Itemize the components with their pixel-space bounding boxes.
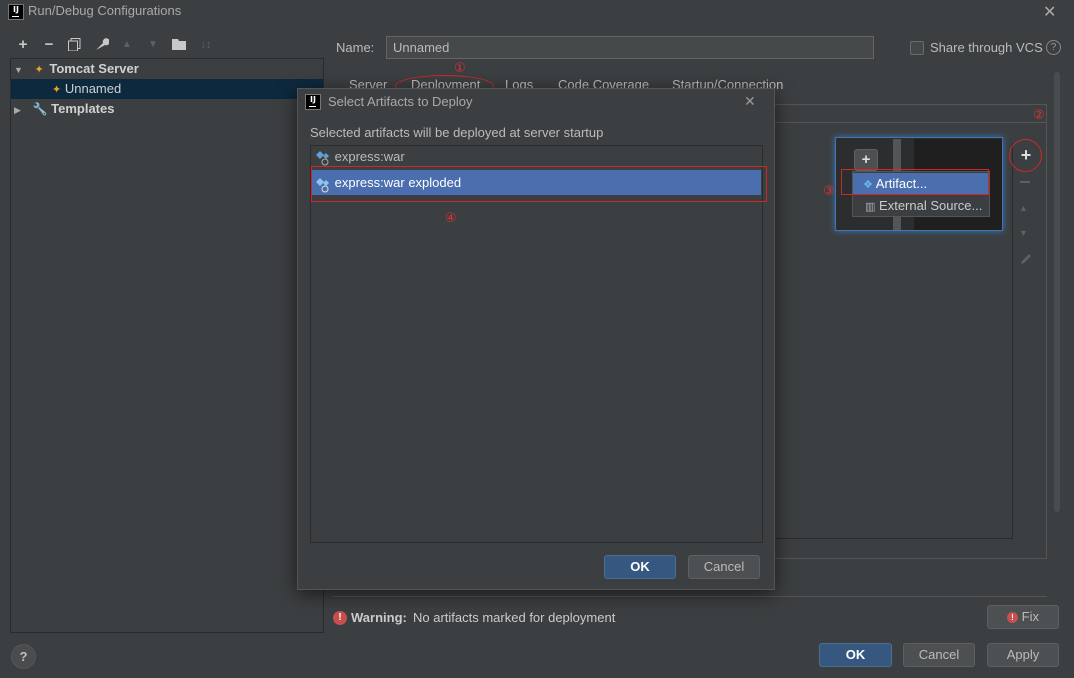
dialog-title: Select Artifacts to Deploy [328, 94, 473, 109]
menu-item-label: External Source... [879, 198, 983, 213]
warning-label: Warning: [351, 610, 407, 625]
help-button[interactable]: ? [11, 644, 36, 669]
intellij-logo-icon: IJ [305, 94, 321, 110]
share-vcs-label: Share through VCS [930, 40, 1043, 55]
close-icon[interactable]: ✕ [1043, 2, 1056, 22]
annotation-number-2: ② [1033, 107, 1045, 122]
tree-item-unnamed[interactable]: ✦ Unnamed [11, 79, 323, 99]
move-up-icon[interactable]: ▲ [118, 37, 136, 53]
remove-deployment-icon[interactable] [1020, 181, 1030, 183]
error-icon: ! [1007, 612, 1019, 624]
edit-icon[interactable] [1019, 252, 1033, 266]
add-deployment-button[interactable]: + [1017, 145, 1035, 166]
tomcat-icon: ✦ [34, 64, 44, 76]
tree-item-templates[interactable]: ▶ 🔧 Templates [11, 99, 323, 119]
copy-icon[interactable] [68, 38, 81, 52]
dialog-description: Selected artifacts will be deployed at s… [310, 125, 604, 140]
ok-button[interactable]: OK [819, 643, 892, 667]
annotation-number-4: ④ [445, 210, 457, 225]
collapse-arrow-icon[interactable]: ▶ [14, 105, 21, 115]
help-icon[interactable]: ? [1046, 40, 1061, 55]
fix-button[interactable]: ! Fix [987, 605, 1059, 629]
name-field[interactable]: Unnamed [386, 36, 874, 59]
add-configuration-button[interactable]: + [14, 37, 32, 53]
cancel-button[interactable]: Cancel [903, 643, 975, 667]
artifact-menu-annotation [841, 169, 989, 195]
intellij-logo-icon: IJ [8, 4, 24, 20]
artifact-icon [315, 150, 331, 166]
apply-button[interactable]: Apply [987, 643, 1059, 667]
wrench-icon[interactable] [94, 37, 110, 52]
annotation-number-1: ① [454, 60, 466, 75]
move-down-icon[interactable]: ▼ [144, 37, 162, 53]
artifact-item-war[interactable]: express:war [311, 146, 762, 168]
folder-icon[interactable] [172, 38, 187, 51]
warning-text: No artifacts marked for deployment [413, 610, 616, 625]
configurations-tree: ▼ ✦ Tomcat Server ✦ Unnamed ▶ 🔧 Template… [10, 58, 324, 633]
artifact-label: express:war [334, 149, 405, 164]
tree-item-tomcat-server[interactable]: ▼ ✦ Tomcat Server [11, 59, 323, 79]
remove-configuration-button[interactable]: − [40, 37, 58, 53]
sort-icon[interactable]: ↓↕ [197, 37, 215, 53]
popup-add-button[interactable]: + [854, 149, 878, 171]
tree-label: Tomcat Server [49, 61, 139, 76]
library-icon: ▥ [865, 201, 876, 213]
menu-item-external-source[interactable]: ▥ External Source... [853, 195, 989, 216]
annotation-number-3: ③ [823, 183, 835, 198]
separator-line [333, 596, 1047, 597]
dialog-close-icon[interactable]: ✕ [744, 93, 756, 110]
tomcat-config-icon: ✦ [52, 84, 62, 96]
expand-arrow-icon[interactable]: ▼ [14, 65, 23, 75]
vertical-scrollbar[interactable] [1054, 72, 1060, 512]
window-title: Run/Debug Configurations [28, 3, 182, 18]
move-up-icon[interactable]: ▲ [1019, 203, 1028, 213]
select-artifacts-dialog: IJ Select Artifacts to Deploy ✕ Selected… [297, 88, 775, 590]
share-vcs-checkbox[interactable] [910, 41, 924, 55]
dialog-ok-button[interactable]: OK [604, 555, 676, 579]
artifacts-list[interactable]: express:war express:war exploded [310, 145, 763, 543]
wrench-icon: 🔧 [32, 102, 48, 116]
move-down-icon[interactable]: ▼ [1019, 228, 1028, 238]
tree-label: Templates [51, 101, 115, 116]
selected-artifact-annotation [311, 166, 767, 202]
name-label: Name: [336, 40, 375, 55]
dialog-cancel-button[interactable]: Cancel [688, 555, 760, 579]
warning-icon: ! [333, 611, 347, 625]
fix-label: Fix [1021, 609, 1039, 624]
tree-label: Unnamed [64, 81, 122, 96]
